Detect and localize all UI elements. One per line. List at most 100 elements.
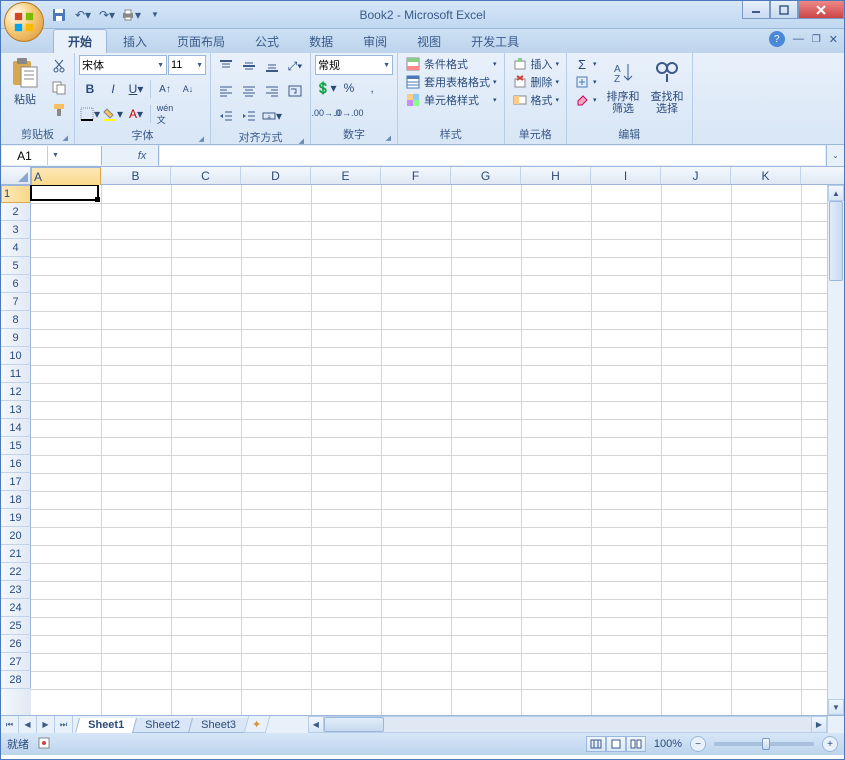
cell-styles[interactable]: 单元格样式▾: [402, 91, 500, 109]
find-select[interactable]: 查找和 选择: [647, 55, 688, 117]
zoom-slider[interactable]: [714, 742, 814, 746]
column-header[interactable]: B: [101, 167, 171, 184]
percent-button[interactable]: %: [338, 77, 360, 99]
qat-quickprint[interactable]: ▾: [121, 5, 141, 25]
font-size-select[interactable]: 11▼: [168, 55, 206, 75]
font-color-button[interactable]: A▾: [125, 103, 147, 125]
view-pagelayout[interactable]: [606, 736, 626, 752]
column-header[interactable]: C: [171, 167, 241, 184]
row-header[interactable]: 21: [1, 545, 31, 563]
scroll-left[interactable]: ◀: [308, 716, 324, 733]
zoom-level[interactable]: 100%: [654, 738, 682, 750]
row-header[interactable]: 11: [1, 365, 31, 383]
row-header[interactable]: 24: [1, 599, 31, 617]
workbook-close[interactable]: ✕: [829, 33, 838, 46]
workbook-minimize[interactable]: —: [793, 33, 804, 45]
tab-data[interactable]: 数据: [295, 30, 347, 53]
row-header[interactable]: 19: [1, 509, 31, 527]
underline-button[interactable]: U▾: [125, 78, 147, 100]
align-right[interactable]: [261, 80, 283, 102]
row-header[interactable]: 2: [1, 203, 31, 221]
row-header[interactable]: 16: [1, 455, 31, 473]
tab-formulas[interactable]: 公式: [241, 30, 293, 53]
row-header[interactable]: 1: [1, 185, 31, 203]
horizontal-scrollbar[interactable]: ◀ ▶: [308, 716, 827, 733]
row-header[interactable]: 14: [1, 419, 31, 437]
tab-pagelayout[interactable]: 页面布局: [163, 30, 239, 53]
hscroll-thumb[interactable]: [324, 717, 384, 732]
currency-button[interactable]: 💲▾: [315, 77, 337, 99]
workbook-restore[interactable]: ❐: [812, 34, 821, 45]
column-header[interactable]: E: [311, 167, 381, 184]
vscroll-thumb[interactable]: [829, 201, 843, 281]
align-middle[interactable]: [238, 55, 260, 77]
macro-record-icon[interactable]: [37, 736, 51, 753]
row-header[interactable]: 17: [1, 473, 31, 491]
vertical-scrollbar[interactable]: ▲ ▼: [827, 185, 844, 715]
delete-cells[interactable]: 删除▾: [509, 73, 563, 91]
sheet-tab[interactable]: Sheet2: [132, 718, 193, 733]
sort-filter[interactable]: AZ 排序和 筛选: [603, 55, 644, 117]
view-normal[interactable]: [586, 736, 606, 752]
sheet-tab[interactable]: Sheet3: [188, 718, 249, 733]
zoom-in[interactable]: +: [822, 736, 838, 752]
row-header[interactable]: 20: [1, 527, 31, 545]
row-header[interactable]: 9: [1, 329, 31, 347]
fx-button[interactable]: fx: [130, 150, 154, 162]
borders-button[interactable]: ▾: [79, 103, 101, 125]
formula-input[interactable]: [160, 146, 825, 165]
qat-save[interactable]: [49, 5, 69, 25]
sheet-nav-last[interactable]: ⏭: [55, 716, 73, 733]
wrap-text[interactable]: [284, 80, 306, 102]
merge-center[interactable]: a▾: [261, 105, 283, 127]
number-format-select[interactable]: 常规▼: [315, 55, 393, 75]
comma-button[interactable]: ,: [361, 77, 383, 99]
office-button[interactable]: [4, 2, 44, 42]
row-header[interactable]: 3: [1, 221, 31, 239]
tab-insert[interactable]: 插入: [109, 30, 161, 53]
column-header[interactable]: K: [731, 167, 801, 184]
qat-customize[interactable]: ▼: [145, 5, 165, 25]
maximize-button[interactable]: [770, 1, 798, 19]
format-as-table[interactable]: 套用表格格式▾: [402, 73, 500, 91]
row-header[interactable]: 25: [1, 617, 31, 635]
grow-font-button[interactable]: A↑: [154, 78, 176, 100]
scroll-up[interactable]: ▲: [828, 185, 844, 201]
row-header[interactable]: 22: [1, 563, 31, 581]
increase-indent[interactable]: [238, 105, 260, 127]
view-pagebreak[interactable]: [626, 736, 646, 752]
tab-view[interactable]: 视图: [403, 30, 455, 53]
shrink-font-button[interactable]: A↓: [177, 78, 199, 100]
clear[interactable]: ▾: [571, 91, 600, 109]
cut-button[interactable]: [48, 55, 70, 77]
column-header[interactable]: I: [591, 167, 661, 184]
scroll-down[interactable]: ▼: [828, 699, 844, 715]
align-left[interactable]: [215, 80, 237, 102]
row-header[interactable]: 27: [1, 653, 31, 671]
row-header[interactable]: 18: [1, 491, 31, 509]
select-all-corner[interactable]: [1, 167, 31, 184]
orientation[interactable]: ⤢▾: [284, 55, 306, 77]
fill-color-button[interactable]: ▾: [102, 103, 124, 125]
new-sheet-button[interactable]: ✦: [244, 716, 271, 733]
active-cell[interactable]: [30, 185, 99, 201]
copy-button[interactable]: [48, 77, 70, 99]
align-bottom[interactable]: [261, 55, 283, 77]
tab-home[interactable]: 开始: [53, 29, 107, 53]
row-header[interactable]: 15: [1, 437, 31, 455]
row-header[interactable]: 28: [1, 671, 31, 689]
row-header[interactable]: 6: [1, 275, 31, 293]
row-header[interactable]: 13: [1, 401, 31, 419]
column-header[interactable]: D: [241, 167, 311, 184]
minimize-button[interactable]: [742, 1, 770, 19]
help-icon[interactable]: ?: [769, 31, 785, 47]
sheet-nav-prev[interactable]: ◀: [19, 716, 37, 733]
row-header[interactable]: 5: [1, 257, 31, 275]
row-header[interactable]: 8: [1, 311, 31, 329]
insert-cells[interactable]: 插入▾: [509, 55, 563, 73]
sheet-nav-next[interactable]: ▶: [37, 716, 55, 733]
align-top[interactable]: [215, 55, 237, 77]
fill[interactable]: ▾: [571, 73, 600, 91]
row-header[interactable]: 10: [1, 347, 31, 365]
column-header[interactable]: A: [31, 167, 101, 187]
